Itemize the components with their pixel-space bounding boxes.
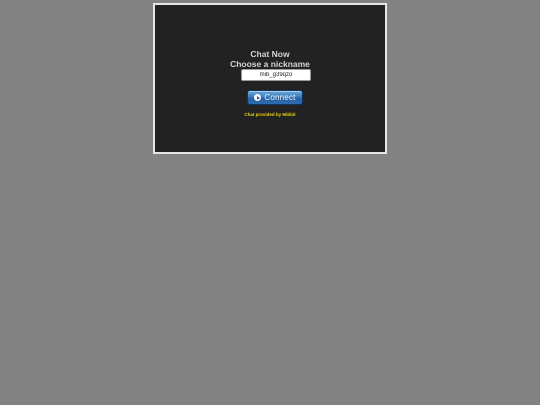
play-circle-icon — [254, 94, 262, 101]
nickname-prompt: Choose a nickname — [230, 59, 310, 69]
nickname-input[interactable] — [241, 69, 311, 81]
chat-panel: Chat Now Choose a nickname Connect Chat … — [153, 3, 387, 154]
credit-link[interactable]: Chat provided by Mibbit — [155, 112, 385, 118]
connect-label: Connect — [264, 92, 296, 102]
connect-button[interactable]: Connect — [247, 90, 303, 105]
chat-title: Chat Now — [250, 49, 290, 59]
